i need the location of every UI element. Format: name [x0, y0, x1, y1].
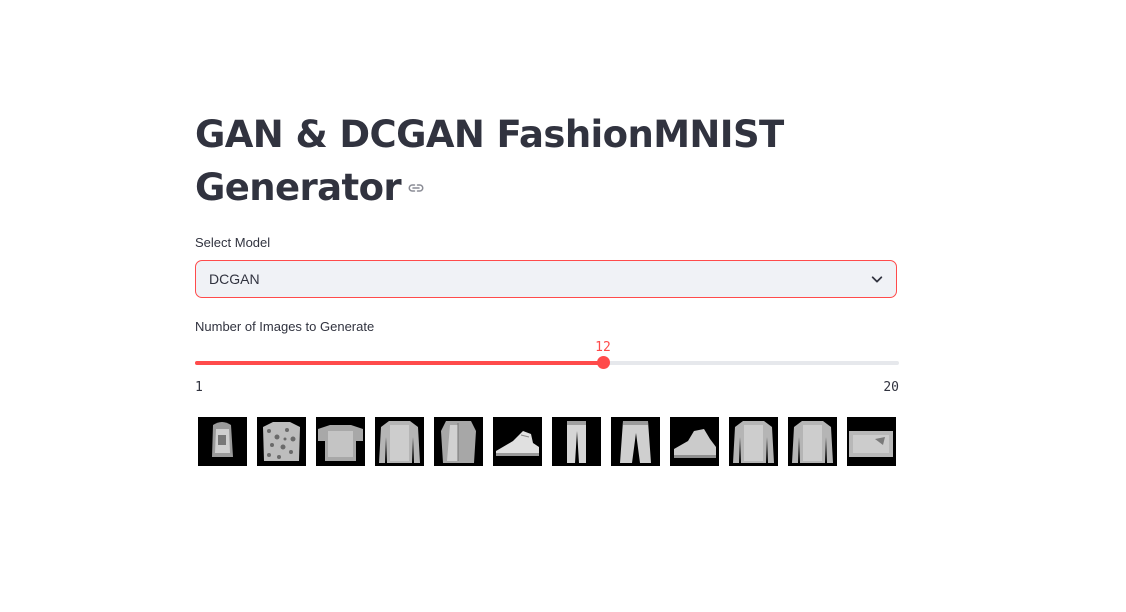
- generated-image: [729, 417, 778, 466]
- generated-image: [788, 417, 837, 466]
- page-title-line2: Generator: [195, 166, 402, 209]
- link-icon[interactable]: [407, 179, 425, 197]
- generated-image: [670, 417, 719, 466]
- generated-image: [611, 417, 660, 466]
- generated-image: [493, 417, 542, 466]
- page-title: GAN & DCGAN FashionMNIST Generator: [195, 108, 899, 214]
- generated-image: [198, 417, 247, 466]
- model-select[interactable]: DCGAN: [195, 260, 897, 298]
- chevron-down-icon: [871, 276, 883, 283]
- image-gallery: [198, 417, 896, 466]
- slider-thumb[interactable]: [597, 356, 610, 369]
- slider-track[interactable]: [195, 356, 899, 369]
- generated-image: [552, 417, 601, 466]
- slider-current-value: 12: [595, 340, 611, 355]
- generated-image: [375, 417, 424, 466]
- model-select-label: Select Model: [195, 235, 271, 250]
- slider-max-label: 20: [883, 380, 899, 395]
- generated-image: [434, 417, 483, 466]
- page-title-line1: GAN & DCGAN FashionMNIST: [195, 113, 784, 156]
- generated-image: [257, 417, 306, 466]
- generated-image: [316, 417, 365, 466]
- slider-min-label: 1: [195, 380, 203, 395]
- slider-fill: [195, 361, 603, 365]
- model-select-value: DCGAN: [209, 271, 260, 287]
- generated-image: [847, 417, 896, 466]
- slider-label: Number of Images to Generate: [195, 319, 375, 334]
